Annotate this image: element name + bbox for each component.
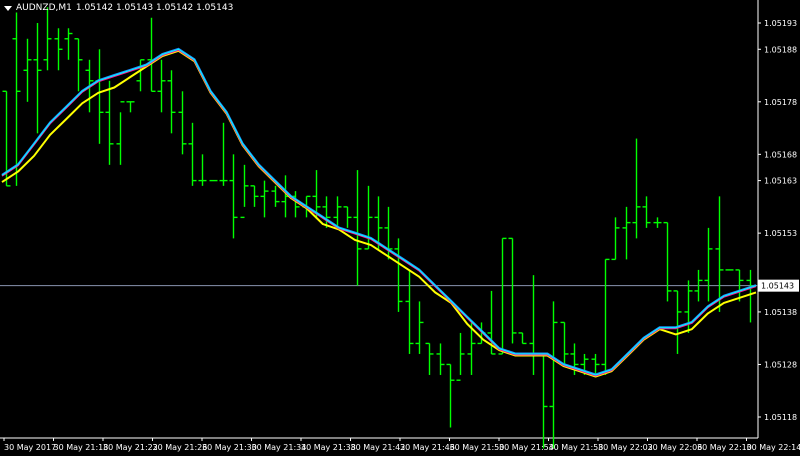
price-tick-label: 1.05118 — [764, 413, 797, 422]
time-tick-label: 30 May 21:22 — [103, 443, 158, 452]
symbol-header: AUDNZD,M1 1.05142 1.05143 1.05142 1.0514… — [4, 3, 233, 13]
ohlc-bar — [498, 237, 507, 355]
ohlc-bar — [54, 28, 63, 71]
ohlc-bar — [23, 38, 32, 102]
time-tick-label: 30 May 22:06 — [648, 443, 703, 452]
chevron-down-icon[interactable] — [4, 5, 12, 11]
price-tick-label: 1.05138 — [764, 308, 797, 317]
ohlc-bar — [529, 275, 538, 375]
ohlc-bar — [591, 353, 600, 375]
ohlc-bar — [653, 217, 662, 228]
ohlc-bar — [663, 221, 672, 302]
price-tick-label: 1.05193 — [764, 19, 797, 28]
time-tick-label: 30 May 2017 — [4, 443, 56, 452]
ohlc-bar — [147, 17, 156, 93]
ohlc-bar — [394, 238, 403, 312]
quote-label: 1.05142 1.05143 1.05142 1.05143 — [75, 3, 234, 13]
ohlc-bar — [425, 342, 434, 375]
ohlc-bar — [446, 363, 455, 428]
ohlc-bar — [343, 206, 352, 228]
price-tick-label: 1.05168 — [764, 150, 797, 159]
ohlc-bar — [198, 154, 207, 186]
ohlc-bar — [436, 343, 445, 375]
ohlc-bar — [704, 227, 713, 302]
time-tick-label: 30 May 21:46 — [400, 443, 455, 452]
time-tick-label: 30 May 22:10 — [697, 443, 752, 452]
ohlc-bar — [601, 258, 610, 375]
ohlc-bar — [518, 332, 527, 345]
ohlc-bar — [126, 101, 135, 113]
ohlc-bar — [333, 196, 342, 228]
ohlc-bar — [715, 196, 724, 312]
symbol-label: AUDNZD,M1 — [16, 3, 72, 13]
ohlc-bar — [33, 23, 42, 134]
time-axis: 30 May 201730 May 21:1830 May 21:2230 Ma… — [3, 438, 800, 452]
time-tick-label: 30 May 21:30 — [202, 443, 257, 452]
ohlc-bar — [508, 237, 517, 344]
price-tick-label: 1.05128 — [764, 360, 797, 369]
ohlc-bar — [157, 59, 166, 113]
ohlc-bar — [43, 7, 52, 71]
ohlc-bar — [178, 91, 187, 155]
ohlc-bar — [560, 321, 569, 365]
ohlc-bar — [219, 122, 228, 186]
ohlc-bar — [64, 28, 73, 60]
price-tick-label: 1.05163 — [764, 177, 797, 186]
ohlc-bar — [250, 185, 259, 207]
time-tick-label: 30 May 22:14 — [747, 443, 800, 452]
ohlc-bar — [611, 217, 620, 261]
ohlc-bar — [622, 206, 631, 260]
ohlc-bar — [240, 164, 249, 219]
ohlc-bar — [415, 301, 424, 354]
price-tick-label: 1.05188 — [764, 45, 797, 54]
ohlc-bar — [405, 269, 414, 354]
time-tick-label: 30 May 22:02 — [598, 443, 653, 452]
ohlc-bar — [116, 101, 125, 165]
ohlc-bar — [95, 49, 104, 144]
ohlc-bar — [188, 122, 197, 186]
price-tick-label: 1.05153 — [764, 229, 797, 238]
price-chart[interactable]: 1.05193 1.05188 1.05178 1.05168 1.05163 1.051… — [0, 0, 800, 456]
ohlc-bar — [549, 301, 558, 449]
ohlc-bar — [167, 70, 176, 134]
current-price-label: 1.05143 — [761, 282, 794, 291]
time-tick-label: 30 May 21:18 — [54, 443, 109, 452]
time-tick-label: 30 May 21:58 — [549, 443, 604, 452]
time-tick-label: 30 May 21:50 — [450, 443, 505, 452]
ohlc-bar — [271, 185, 280, 207]
ohlc-bar — [456, 332, 465, 381]
ohlc-bar — [12, 12, 21, 186]
time-tick-label: 30 May 21:34 — [252, 443, 307, 452]
ohlc-bar — [260, 180, 269, 218]
ohlc-bar — [673, 290, 682, 354]
ohlc-bar — [291, 191, 300, 218]
ohlc-bar — [642, 196, 651, 228]
time-tick-label: 30 May 21:38 — [301, 443, 356, 452]
ohlc-bars — [2, 7, 755, 449]
time-tick-label: 30 May 21:26 — [153, 443, 208, 452]
price-tick-label: 1.05178 — [764, 98, 797, 107]
ohlc-bar — [229, 154, 238, 239]
ohlc-bar — [539, 353, 548, 449]
ohlc-bar — [632, 138, 641, 239]
ohlc-bar — [353, 170, 362, 286]
ohlc-bar — [105, 80, 114, 165]
time-tick-label: 30 May 21:54 — [499, 443, 554, 452]
time-tick-label: 30 May 21:42 — [351, 443, 406, 452]
ohlc-bar — [74, 38, 83, 92]
price-axis: 1.05193 1.05188 1.05178 1.05168 1.05163 1.051… — [758, 19, 799, 422]
